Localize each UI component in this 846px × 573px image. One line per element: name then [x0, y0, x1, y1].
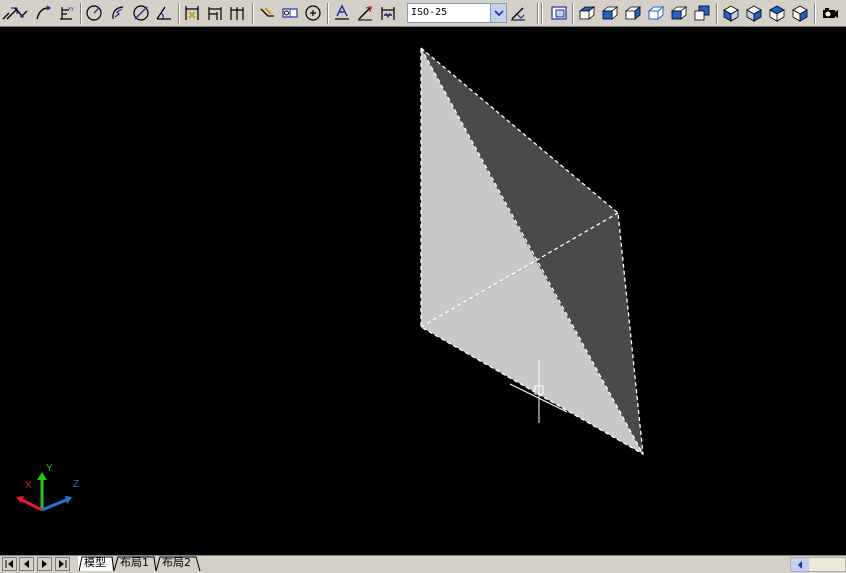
dim-style-dropdown[interactable]: ISO-25 [407, 3, 507, 23]
toolbar-separator [80, 3, 82, 24]
se-iso-icon[interactable] [744, 3, 764, 23]
quick-leader-icon[interactable] [257, 3, 277, 23]
svg-text:xy: xy [68, 6, 74, 12]
ucs-z-label: Z [73, 479, 80, 490]
toolbar-separator [327, 3, 329, 24]
toolbar-separator [178, 3, 180, 24]
toolbar-separator [814, 3, 816, 24]
dim-ordinate-icon[interactable]: xy [56, 3, 76, 23]
ne-iso-icon[interactable] [767, 3, 787, 23]
front-view-icon[interactable] [669, 3, 689, 23]
back-view-icon[interactable] [692, 3, 712, 23]
dim-baseline-icon[interactable] [205, 3, 225, 23]
dim-radius-icon[interactable] [84, 3, 104, 23]
dimension-toolbar: xy ISO-25 [0, 0, 846, 27]
dim-jogged-icon[interactable] [108, 3, 128, 23]
chevron-down-icon[interactable] [490, 4, 506, 22]
dim-text-edit-icon[interactable] [355, 3, 375, 23]
ucs-x-label: X [25, 480, 32, 491]
toolbar-separator [572, 3, 574, 24]
sw-iso-icon[interactable] [721, 3, 741, 23]
center-mark-icon[interactable] [303, 3, 323, 23]
toolbar-separator [541, 3, 543, 24]
tolerance-icon[interactable] [280, 3, 300, 23]
drawing-canvas [420, 47, 644, 456]
last-tab-icon[interactable] [55, 557, 70, 571]
camera-icon[interactable] [820, 3, 840, 23]
next-tab-icon[interactable] [37, 557, 52, 571]
scroll-left-icon[interactable] [791, 558, 809, 571]
dim-angular-icon[interactable] [154, 3, 174, 23]
dim-update-icon[interactable] [378, 3, 398, 23]
tab-outlines [78, 556, 201, 572]
layout-tab-bar: 模型 布局1 布局2 [0, 555, 846, 573]
toolbar-separator [252, 3, 254, 24]
model-viewport[interactable]: Y X Z [0, 28, 846, 555]
dim-diameter-icon[interactable] [131, 3, 151, 23]
quick-dim-icon[interactable] [182, 3, 202, 23]
left-view-icon[interactable] [623, 3, 643, 23]
nw-iso-icon[interactable] [790, 3, 810, 23]
dim-style-icon[interactable] [508, 3, 528, 23]
toolbar-separator [537, 3, 539, 24]
dim-arc-icon[interactable] [33, 3, 53, 23]
toolbar-separator [716, 3, 718, 24]
named-views-icon[interactable] [549, 3, 569, 23]
horizontal-scrollbar[interactable] [790, 557, 846, 572]
dim-edit-icon[interactable] [332, 3, 352, 23]
bottom-view-icon[interactable] [600, 3, 620, 23]
right-view-icon[interactable] [646, 3, 666, 23]
top-view-icon[interactable] [577, 3, 597, 23]
ucs-y-label: Y [46, 463, 53, 474]
dim-continue-icon[interactable] [228, 3, 248, 23]
dim-aligned-icon[interactable] [11, 3, 31, 23]
prev-tab-icon[interactable] [19, 557, 34, 571]
dim-style-value: ISO-25 [411, 7, 448, 18]
first-tab-icon[interactable] [2, 557, 17, 571]
